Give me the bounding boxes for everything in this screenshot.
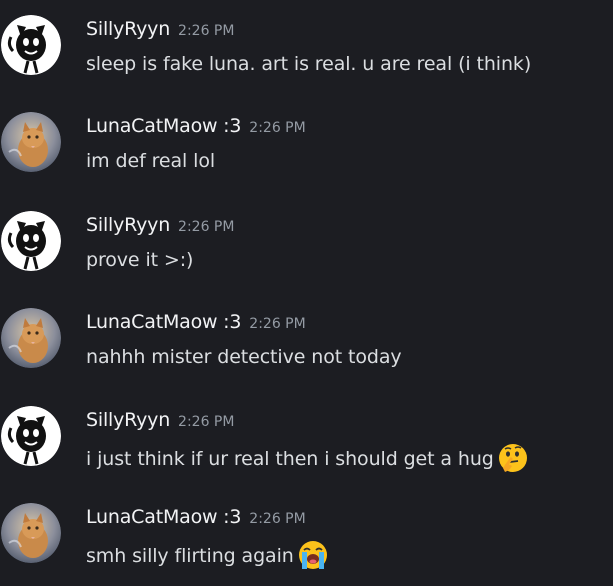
thinking-face-emoji-icon[interactable] <box>497 442 529 474</box>
timestamp[interactable]: 2:26 PM <box>249 120 305 136</box>
message-item[interactable]: SillyRyyn 2:26 PM prove it >:) <box>0 211 613 301</box>
stick-cat-avatar-icon[interactable] <box>1 406 61 466</box>
message-item[interactable]: LunaCatMaow :3 2:26 PM smh silly flirting… <box>0 503 613 586</box>
message-content: smh silly flirting again <box>86 539 329 571</box>
message-content: i just think if ur real then i should ge… <box>86 442 529 474</box>
message-list: SillyRyyn 2:26 PM sleep is fake luna. art… <box>0 0 613 586</box>
message-item[interactable]: SillyRyyn 2:26 PM i just think if ur real… <box>0 406 613 496</box>
timestamp[interactable]: 2:26 PM <box>178 414 234 430</box>
message-item[interactable]: LunaCatMaow :3 2:26 PM im def real lol <box>0 112 613 202</box>
author-name[interactable]: LunaCatMaow :3 <box>86 311 241 333</box>
message-header: LunaCatMaow :3 2:26 PM <box>86 308 306 338</box>
timestamp[interactable]: 2:26 PM <box>249 316 305 332</box>
message-header: LunaCatMaow :3 2:26 PM <box>86 112 306 142</box>
loudly-crying-face-emoji-icon[interactable] <box>297 539 329 571</box>
message-content: prove it >:) <box>86 249 194 271</box>
author-name[interactable]: LunaCatMaow :3 <box>86 506 241 528</box>
message-text: smh silly flirting again <box>86 545 294 567</box>
message-content: sleep is fake luna. art is real. u are r… <box>86 53 532 75</box>
message-text: i just think if ur real then i should ge… <box>86 448 494 470</box>
author-name[interactable]: LunaCatMaow :3 <box>86 115 241 137</box>
message-header: LunaCatMaow :3 2:26 PM <box>86 503 306 533</box>
stick-cat-avatar-icon[interactable] <box>1 15 61 75</box>
timestamp[interactable]: 2:26 PM <box>249 511 305 527</box>
message-header: SillyRyyn 2:26 PM <box>86 15 234 45</box>
message-item[interactable]: LunaCatMaow :3 2:26 PM nahhh mister detec… <box>0 308 613 398</box>
message-header: SillyRyyn 2:26 PM <box>86 406 234 436</box>
cat-photo-avatar-icon[interactable] <box>1 503 61 563</box>
cat-photo-avatar-icon[interactable] <box>1 112 61 172</box>
timestamp[interactable]: 2:26 PM <box>178 23 234 39</box>
message-content: nahhh mister detective not today <box>86 346 402 368</box>
cat-photo-avatar-icon[interactable] <box>1 308 61 368</box>
message-header: SillyRyyn 2:26 PM <box>86 211 234 241</box>
author-name[interactable]: SillyRyyn <box>86 409 170 431</box>
author-name[interactable]: SillyRyyn <box>86 214 170 236</box>
message-item[interactable]: SillyRyyn 2:26 PM sleep is fake luna. art… <box>0 15 613 105</box>
message-content: im def real lol <box>86 150 216 172</box>
author-name[interactable]: SillyRyyn <box>86 18 170 40</box>
timestamp[interactable]: 2:26 PM <box>178 219 234 235</box>
stick-cat-avatar-icon[interactable] <box>1 211 61 271</box>
